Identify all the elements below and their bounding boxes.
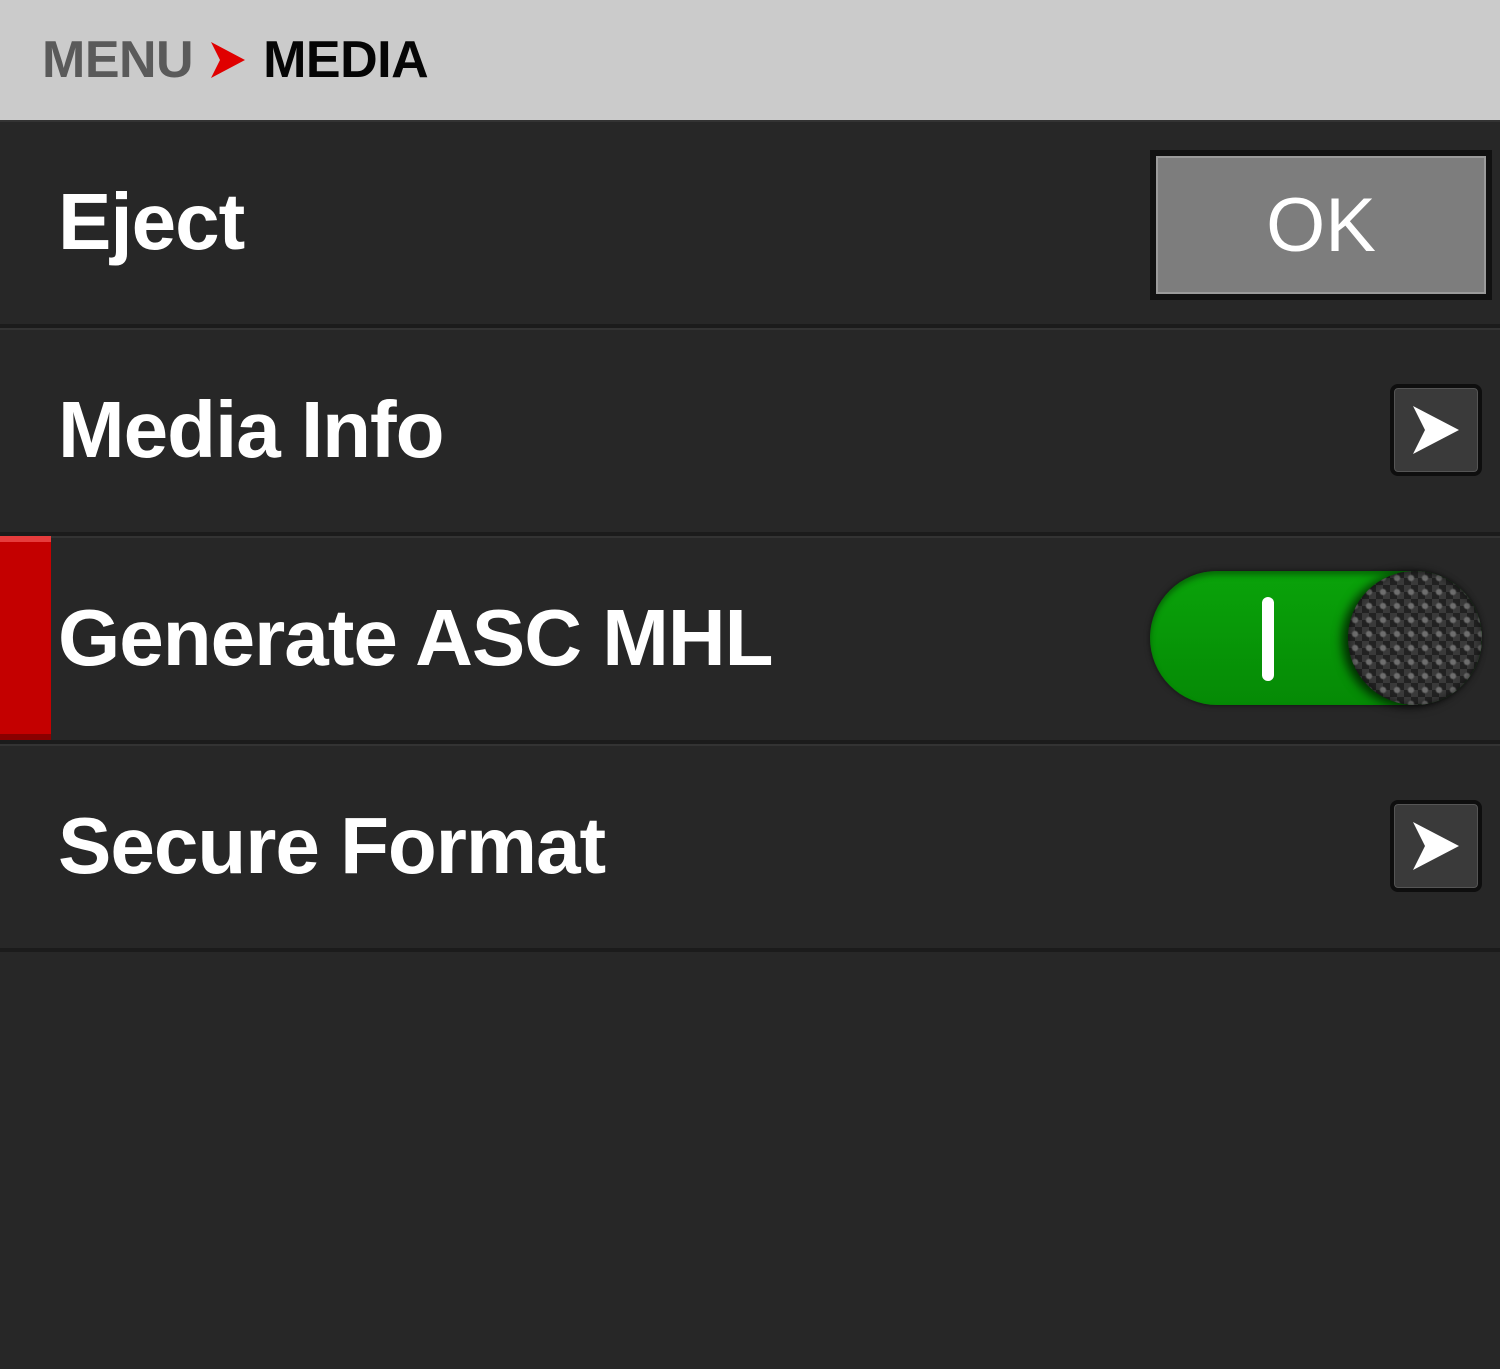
menu-row-generate-asc-mhl[interactable]: Generate ASC MHL bbox=[0, 536, 1500, 744]
media-info-arrow-button[interactable] bbox=[1390, 384, 1482, 476]
media-menu-list: Eject OK Media Info Generate ASC MHL Sec… bbox=[0, 120, 1500, 952]
chevron-right-icon bbox=[1413, 822, 1459, 870]
row-label-media-info: Media Info bbox=[58, 385, 445, 474]
header-bar: MENU MEDIA bbox=[0, 0, 1500, 120]
breadcrumb-chevron-icon bbox=[211, 42, 246, 78]
menu-row-secure-format[interactable]: Secure Format bbox=[0, 744, 1500, 952]
chevron-right-icon bbox=[1413, 406, 1459, 454]
menu-row-media-info[interactable]: Media Info bbox=[0, 328, 1500, 536]
row-label-secure-format: Secure Format bbox=[58, 801, 606, 890]
toggle-on-mark-icon bbox=[1262, 597, 1274, 681]
toggle-knob[interactable] bbox=[1348, 571, 1482, 705]
menu-row-eject[interactable]: Eject OK bbox=[0, 120, 1500, 328]
generate-asc-mhl-toggle[interactable] bbox=[1150, 571, 1482, 705]
row-label-generate-asc-mhl: Generate ASC MHL bbox=[58, 593, 774, 682]
breadcrumb-current: MEDIA bbox=[263, 31, 429, 89]
row-label-eject: Eject bbox=[58, 177, 245, 266]
selection-indicator bbox=[0, 536, 51, 740]
eject-ok-button[interactable]: OK bbox=[1150, 150, 1492, 300]
secure-format-arrow-button[interactable] bbox=[1390, 800, 1482, 892]
breadcrumb-menu[interactable]: MENU bbox=[42, 30, 194, 90]
